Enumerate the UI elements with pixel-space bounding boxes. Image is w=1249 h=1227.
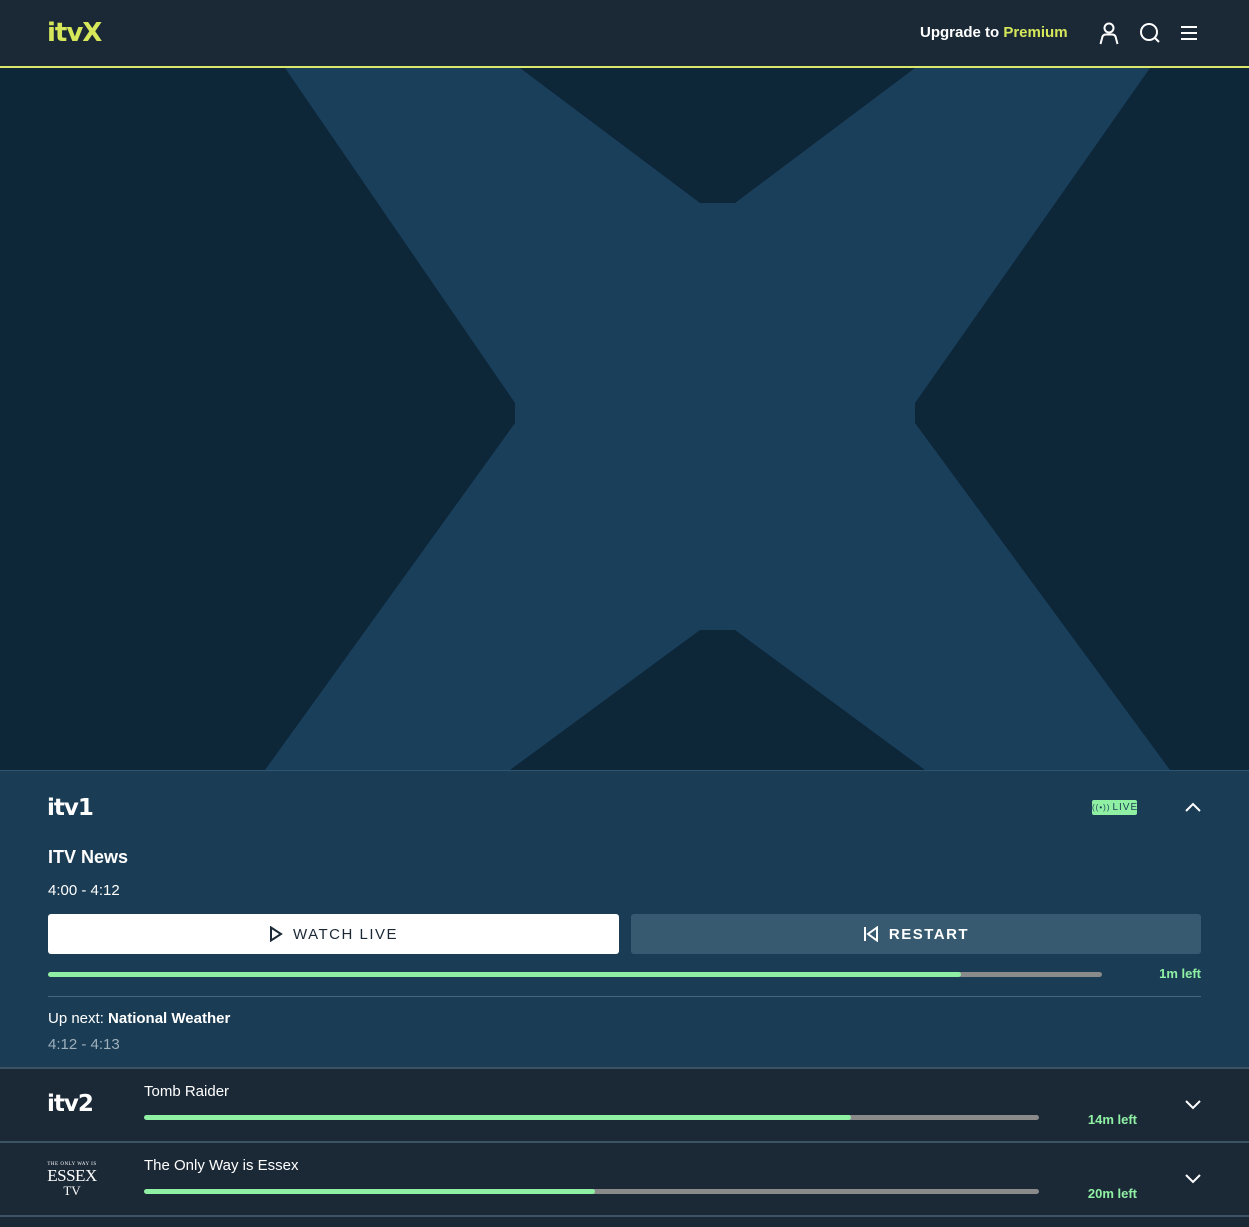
essex-logo-line-2: ESSEX [47,1166,97,1185]
itvx-x-graphic [265,68,1170,770]
time-left: 1m left [1159,966,1201,981]
live-channel-panel: itv1 ((•)) LIVE ITV News 4:00 - 4:12 WATC… [0,770,1249,1068]
upgrade-prefix: Upgrade to [920,24,1004,41]
essex-tv-logo: THE ONLY WAY IS ESSEX TV [47,1162,97,1197]
up-next-time: 4:12 - 4:13 [48,1036,120,1053]
itv2-logo: itv2 [47,1091,94,1117]
watch-live-button[interactable]: WATCH LIVE [48,914,619,954]
channel-row-itv2[interactable]: itv2 Tomb Raider 14m left [0,1067,1249,1141]
up-next-title: National Weather [108,1010,231,1027]
row-progress-bar [144,1115,1039,1120]
premium-label: Premium [1003,24,1068,41]
essex-logo-line-3: TV [63,1183,81,1198]
play-icon [269,926,283,942]
row-programme-title: The Only Way is Essex [144,1157,299,1174]
upgrade-to-premium-link[interactable]: Upgrade to Premium [920,24,1068,42]
row-progress-fill [144,1189,596,1194]
search-icon[interactable] [1138,21,1162,45]
divider [48,996,1201,997]
watch-live-label: WATCH LIVE [292,925,398,943]
chevron-down-icon[interactable] [1183,1169,1203,1189]
live-badge-label: LIVE [1112,802,1139,813]
restart-label: RESTART [888,925,970,943]
itvx-logo[interactable]: itvX [47,18,102,48]
hero-placeholder-image [0,68,1249,770]
next-channel-row-edge [0,1215,1249,1227]
row-programme-title: Tomb Raider [144,1083,230,1100]
up-next-label: Up next: [48,1010,104,1027]
row-time-left: 20m left [1087,1186,1137,1201]
row-progress-bar [144,1189,1039,1194]
row-progress-fill [144,1115,852,1120]
chevron-down-icon[interactable] [1183,1095,1203,1115]
live-badge: ((•)) LIVE [1092,800,1137,815]
programme-time: 4:00 - 4:12 [48,882,120,899]
live-progress-fill [48,972,961,977]
menu-icon[interactable] [1177,21,1201,45]
chevron-up-icon[interactable] [1183,797,1203,817]
account-icon[interactable] [1097,21,1121,45]
broadcast-icon: ((•)) [1092,803,1111,812]
restart-button[interactable]: RESTART [631,914,1201,954]
row-time-left: 14m left [1087,1112,1137,1127]
restart-icon [863,926,878,942]
channel-row-essex-tv[interactable]: THE ONLY WAY IS ESSEX TV The Only Way is… [0,1141,1249,1215]
top-navigation: itvX Upgrade to Premium [0,0,1249,68]
programme-title: ITV News [48,847,129,867]
up-next: Up next: National Weather [48,1010,230,1027]
live-progress-bar [48,972,1102,977]
itv1-logo: itv1 [47,795,94,821]
